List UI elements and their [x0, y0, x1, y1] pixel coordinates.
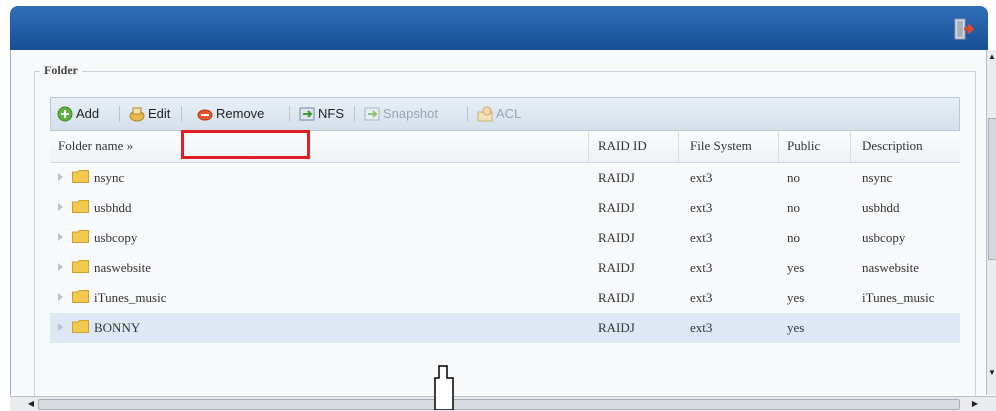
cell-description: usbcopy [862, 230, 906, 245]
folder-icon [72, 200, 89, 213]
horizontal-scrollbar[interactable]: ◀ ▶ [10, 396, 996, 411]
cell-public: no [787, 170, 800, 185]
expand-arrow-icon[interactable] [58, 293, 63, 301]
cell-raid-id: RAIDJ [598, 230, 635, 245]
scroll-left-arrow-icon[interactable]: ◀ [24, 397, 38, 411]
acl-label: ACL [496, 106, 522, 121]
vertical-scrollbar[interactable]: ▲ ▼ [986, 50, 996, 395]
edit-label: Edit [148, 106, 171, 121]
column-header-raid-id[interactable]: RAID ID [598, 138, 647, 154]
column-header-folder-name[interactable]: Folder name » [58, 138, 133, 154]
folder-icon [72, 320, 89, 333]
cell-folder-name: iTunes_music [94, 290, 167, 305]
column-header-description[interactable]: Description [862, 138, 923, 154]
scroll-right-arrow-icon[interactable]: ▶ [968, 397, 982, 411]
cell-public: no [787, 230, 800, 245]
column-separator [678, 132, 679, 162]
cell-file-system: ext3 [690, 320, 713, 335]
remove-label: Remove [216, 106, 265, 121]
folder-toolbar: Add Edit Remove NFS Snapshot ACL [50, 97, 960, 131]
cell-public: yes [787, 260, 805, 275]
nfs-label: NFS [318, 106, 344, 121]
expand-arrow-icon[interactable] [58, 323, 63, 331]
add-icon [57, 106, 73, 122]
cell-raid-id: RAIDJ [598, 320, 635, 335]
folder-icon [72, 290, 89, 303]
resize-cursor-icon [434, 365, 454, 410]
cell-description: usbhdd [862, 200, 900, 215]
cell-public: no [787, 200, 800, 215]
column-header-file-system[interactable]: File System [690, 138, 752, 154]
vertical-scroll-thumb[interactable] [988, 118, 996, 260]
horizontal-scroll-thumb[interactable] [38, 399, 960, 410]
cell-description: nsync [862, 170, 893, 185]
table-row[interactable]: BONNY RAIDJ ext3 yes [50, 313, 960, 343]
column-separator [778, 132, 779, 162]
cell-folder-name: naswebsite [94, 260, 152, 275]
cell-folder-name: usbcopy [94, 230, 138, 245]
acl-icon [477, 106, 493, 122]
toolbar-separator [354, 106, 355, 122]
cell-file-system: ext3 [690, 170, 713, 185]
table-row[interactable]: usbcopy RAIDJ ext3 no usbcopy [50, 223, 960, 253]
toolbar-separator [467, 106, 468, 122]
window-titlebar [10, 6, 988, 50]
cell-public: yes [787, 290, 805, 305]
table-row[interactable]: naswebsite RAIDJ ext3 yes naswebsite [50, 253, 960, 283]
expand-arrow-icon[interactable] [58, 263, 63, 271]
column-header-public[interactable]: Public [787, 138, 820, 154]
table-row[interactable]: usbhdd RAIDJ ext3 no usbhdd [50, 193, 960, 223]
exit-icon[interactable] [954, 18, 974, 40]
toolbar-separator [289, 106, 290, 122]
folder-icon [72, 230, 89, 243]
expand-arrow-icon[interactable] [58, 173, 63, 181]
toolbar-separator [181, 106, 182, 122]
snapshot-icon [364, 107, 380, 121]
scroll-up-arrow-icon[interactable]: ▲ [987, 50, 996, 64]
column-separator [850, 132, 851, 162]
folder-icon [72, 260, 89, 273]
cell-description: iTunes_music [862, 290, 935, 305]
expand-arrow-icon[interactable] [58, 203, 63, 211]
remove-highlight-box [181, 130, 310, 159]
folder-icon [72, 170, 89, 183]
column-separator [588, 132, 589, 162]
snapshot-label: Snapshot [383, 106, 438, 121]
cell-file-system: ext3 [690, 290, 713, 305]
cell-folder-name: BONNY [94, 320, 141, 335]
cell-raid-id: RAIDJ [598, 200, 635, 215]
scroll-down-arrow-icon[interactable]: ▼ [987, 366, 996, 380]
table-row[interactable]: nsync RAIDJ ext3 no nsync [50, 163, 960, 193]
cell-raid-id: RAIDJ [598, 260, 635, 275]
edit-icon [129, 107, 145, 122]
cell-raid-id: RAIDJ [598, 290, 635, 305]
cell-file-system: ext3 [690, 230, 713, 245]
toolbar-separator [119, 106, 120, 122]
cell-public: yes [787, 320, 805, 335]
cell-file-system: ext3 [690, 260, 713, 275]
cell-description: naswebsite [862, 260, 920, 275]
nfs-icon [299, 107, 315, 121]
table-row[interactable]: iTunes_music RAIDJ ext3 yes iTunes_music [50, 283, 960, 313]
folder-legend: Folder [40, 63, 82, 78]
cell-raid-id: RAIDJ [598, 170, 635, 185]
expand-arrow-icon[interactable] [58, 233, 63, 241]
cell-folder-name: nsync [94, 170, 125, 185]
cell-folder-name: usbhdd [94, 200, 132, 215]
cell-file-system: ext3 [690, 200, 713, 215]
add-label: Add [76, 106, 100, 121]
remove-icon [197, 109, 213, 121]
